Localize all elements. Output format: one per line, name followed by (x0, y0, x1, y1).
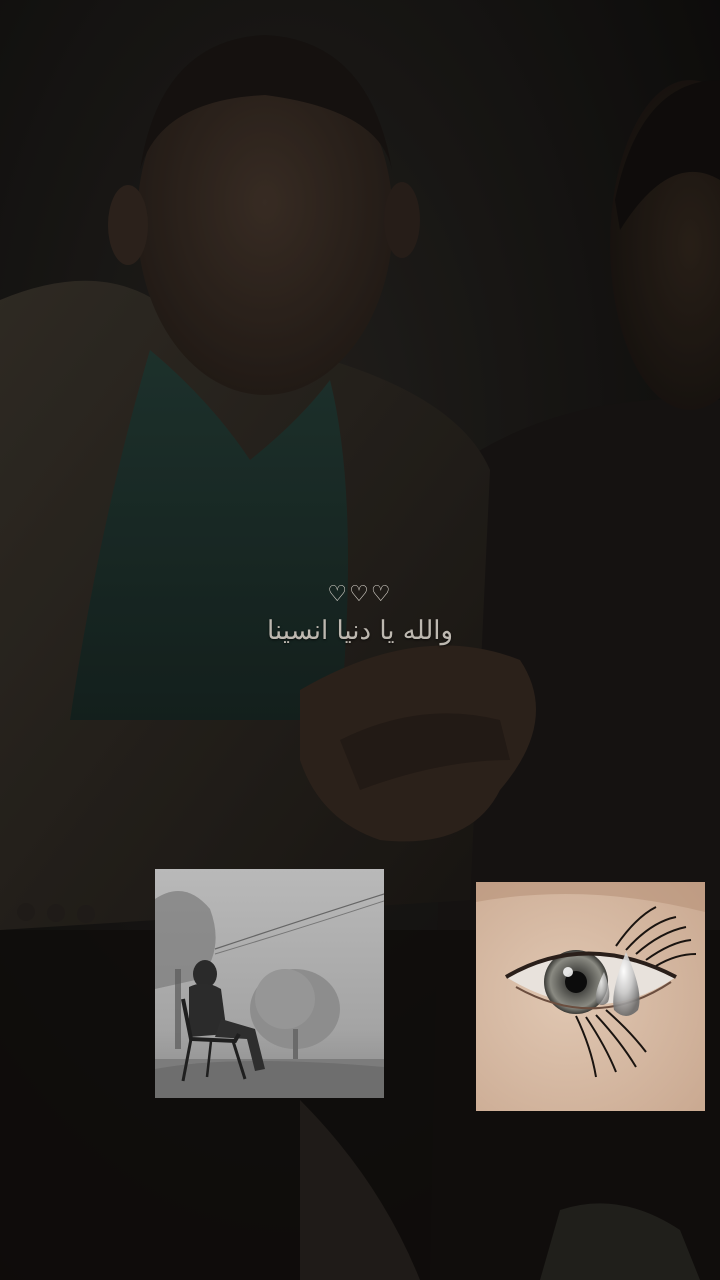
fog-tree-chair-photo (155, 869, 384, 1098)
caption-text: والله يا دنيا انسينا (266, 616, 454, 646)
teary-eye-photo (476, 882, 705, 1111)
hearts-decoration: ♡♡♡ (327, 582, 393, 607)
